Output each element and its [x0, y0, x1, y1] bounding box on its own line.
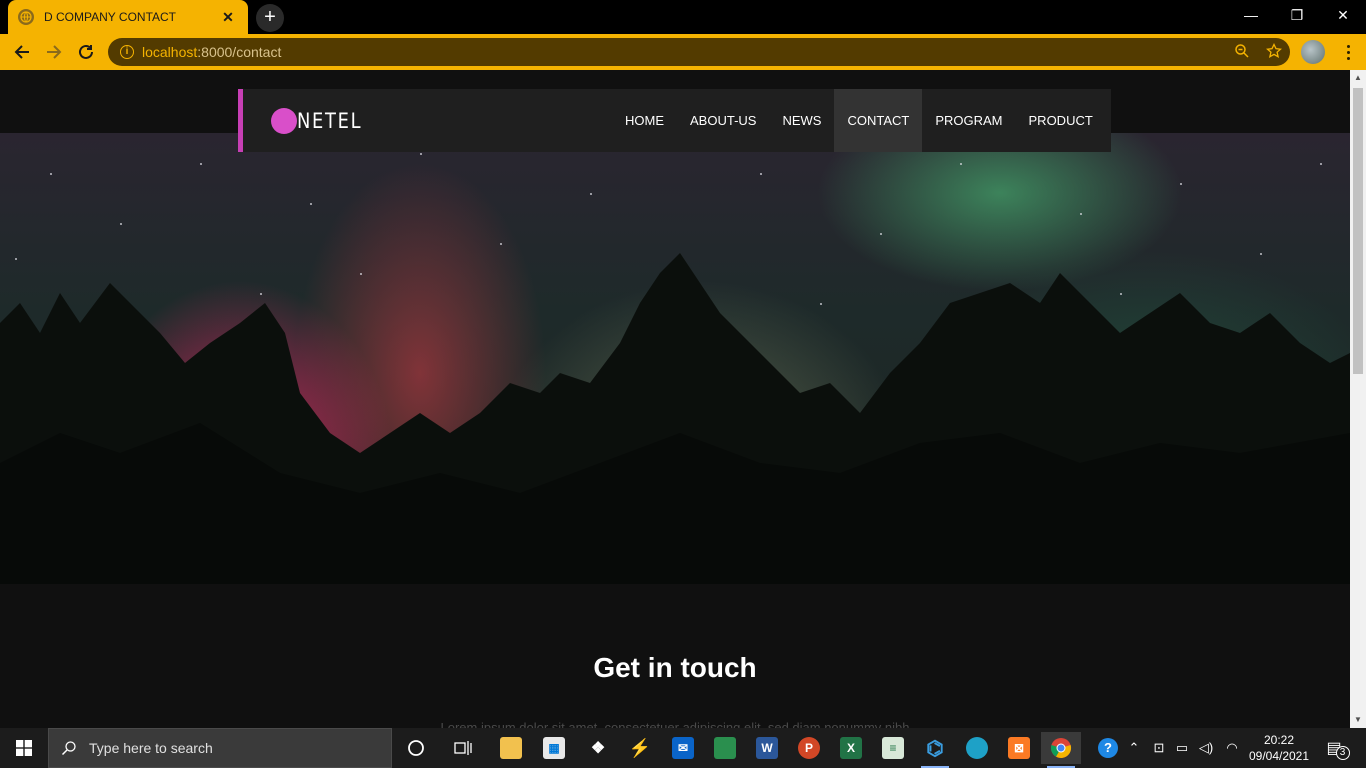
url-host: localhost: [142, 44, 198, 60]
windows-start-icon[interactable]: [0, 728, 48, 768]
logo-dot-icon: [271, 108, 297, 134]
nav-news[interactable]: NEWS: [769, 89, 834, 152]
bookmark-star-icon[interactable]: [1265, 42, 1283, 64]
section-description: Lorem ipsum dolor sit amet, consectetuer…: [440, 720, 910, 728]
photos-icon[interactable]: [705, 732, 745, 764]
word-icon[interactable]: W: [747, 732, 787, 764]
meet-now-icon[interactable]: ⊡: [1150, 728, 1168, 768]
arrow-app-icon[interactable]: ⚡: [620, 732, 660, 764]
new-tab-button[interactable]: +: [256, 4, 284, 32]
battery-icon[interactable]: ▭: [1172, 728, 1192, 768]
site-navbar: NETEL HOME ABOUT-US NEWS CONTACT PROGRAM…: [238, 89, 1111, 152]
task-view-icon[interactable]: [443, 732, 483, 764]
hero-image: [0, 133, 1350, 584]
profile-avatar[interactable]: [1301, 40, 1325, 64]
taskbar-search-input[interactable]: Type here to search: [48, 728, 392, 768]
network-icon[interactable]: ◠: [1222, 728, 1242, 768]
page-viewport: NETEL HOME ABOUT-US NEWS CONTACT PROGRAM…: [0, 70, 1350, 728]
search-placeholder: Type here to search: [89, 740, 213, 756]
browser-toolbar: i localhost:8000/contact: [0, 34, 1366, 70]
notepad-icon[interactable]: ≡: [873, 732, 913, 764]
globe-icon: [18, 9, 34, 25]
close-window-button[interactable]: ✕: [1320, 0, 1366, 30]
logo-text: NETEL: [297, 109, 363, 133]
browser-tab[interactable]: D COMPANY CONTACT ✕: [8, 0, 248, 34]
main-menu: HOME ABOUT-US NEWS CONTACT PROGRAM PRODU…: [612, 89, 1106, 152]
xampp-icon[interactable]: ⊠: [999, 732, 1039, 764]
excel-icon[interactable]: X: [831, 732, 871, 764]
tab-title: D COMPANY CONTACT: [44, 10, 177, 24]
site-logo[interactable]: NETEL: [271, 108, 374, 134]
forward-icon[interactable]: [42, 40, 66, 64]
chrome-icon[interactable]: [1041, 732, 1081, 768]
nav-contact[interactable]: CONTACT: [834, 89, 923, 152]
clock-time: 20:22: [1263, 733, 1295, 747]
minimize-button[interactable]: —: [1228, 0, 1274, 30]
help-icon[interactable]: ?: [1096, 728, 1120, 768]
mail-icon[interactable]: ✉: [663, 732, 703, 764]
notification-count: 3: [1335, 746, 1350, 760]
clock-date: 09/04/2021: [1248, 749, 1310, 763]
forest-silhouette: [0, 253, 1350, 584]
scroll-down-icon[interactable]: ▼: [1350, 712, 1366, 728]
zoom-icon[interactable]: [1234, 43, 1250, 64]
taskbar-clock[interactable]: 20:22 09/04/2021: [1246, 732, 1312, 764]
windows-taskbar: Type here to search ▦ ❖ ⚡ ✉ W P X ≡ ⌬ ⊠ …: [0, 728, 1366, 768]
scroll-up-icon[interactable]: ▲: [1350, 70, 1366, 86]
page-scrollbar[interactable]: ▲ ▼: [1350, 70, 1366, 728]
scroll-thumb[interactable]: [1353, 88, 1363, 374]
store-icon[interactable]: ▦: [534, 732, 574, 764]
powerpoint-icon[interactable]: P: [789, 732, 829, 764]
browser-tab-bar: D COMPANY CONTACT ✕ + — ❐ ✕: [0, 0, 1366, 34]
search-icon: [61, 741, 76, 756]
cortana-icon[interactable]: [396, 732, 436, 764]
chevron-up-icon[interactable]: ⌃: [1126, 728, 1142, 768]
dropbox-icon[interactable]: ❖: [578, 732, 618, 764]
edge-icon[interactable]: [957, 732, 997, 764]
nav-product[interactable]: PRODUCT: [1016, 89, 1106, 152]
vscode-icon[interactable]: ⌬: [915, 732, 955, 768]
notifications-icon[interactable]: ▤ 3: [1320, 728, 1356, 768]
nav-about-us[interactable]: ABOUT-US: [677, 89, 769, 152]
info-icon[interactable]: i: [120, 45, 134, 59]
nav-home[interactable]: HOME: [612, 89, 677, 152]
nav-program[interactable]: PROGRAM: [922, 89, 1015, 152]
volume-icon[interactable]: ◁): [1196, 728, 1216, 768]
tab-close-icon[interactable]: ✕: [218, 9, 238, 26]
section-heading: Get in touch: [593, 652, 757, 683]
url-path: :8000/contact: [197, 44, 282, 60]
address-bar[interactable]: i localhost:8000/contact: [108, 38, 1290, 66]
back-icon[interactable]: [10, 40, 34, 64]
browser-menu-icon[interactable]: [1340, 40, 1356, 64]
file-explorer-icon[interactable]: [491, 732, 531, 764]
reload-icon[interactable]: [74, 40, 98, 64]
restore-button[interactable]: ❐: [1274, 0, 1320, 30]
